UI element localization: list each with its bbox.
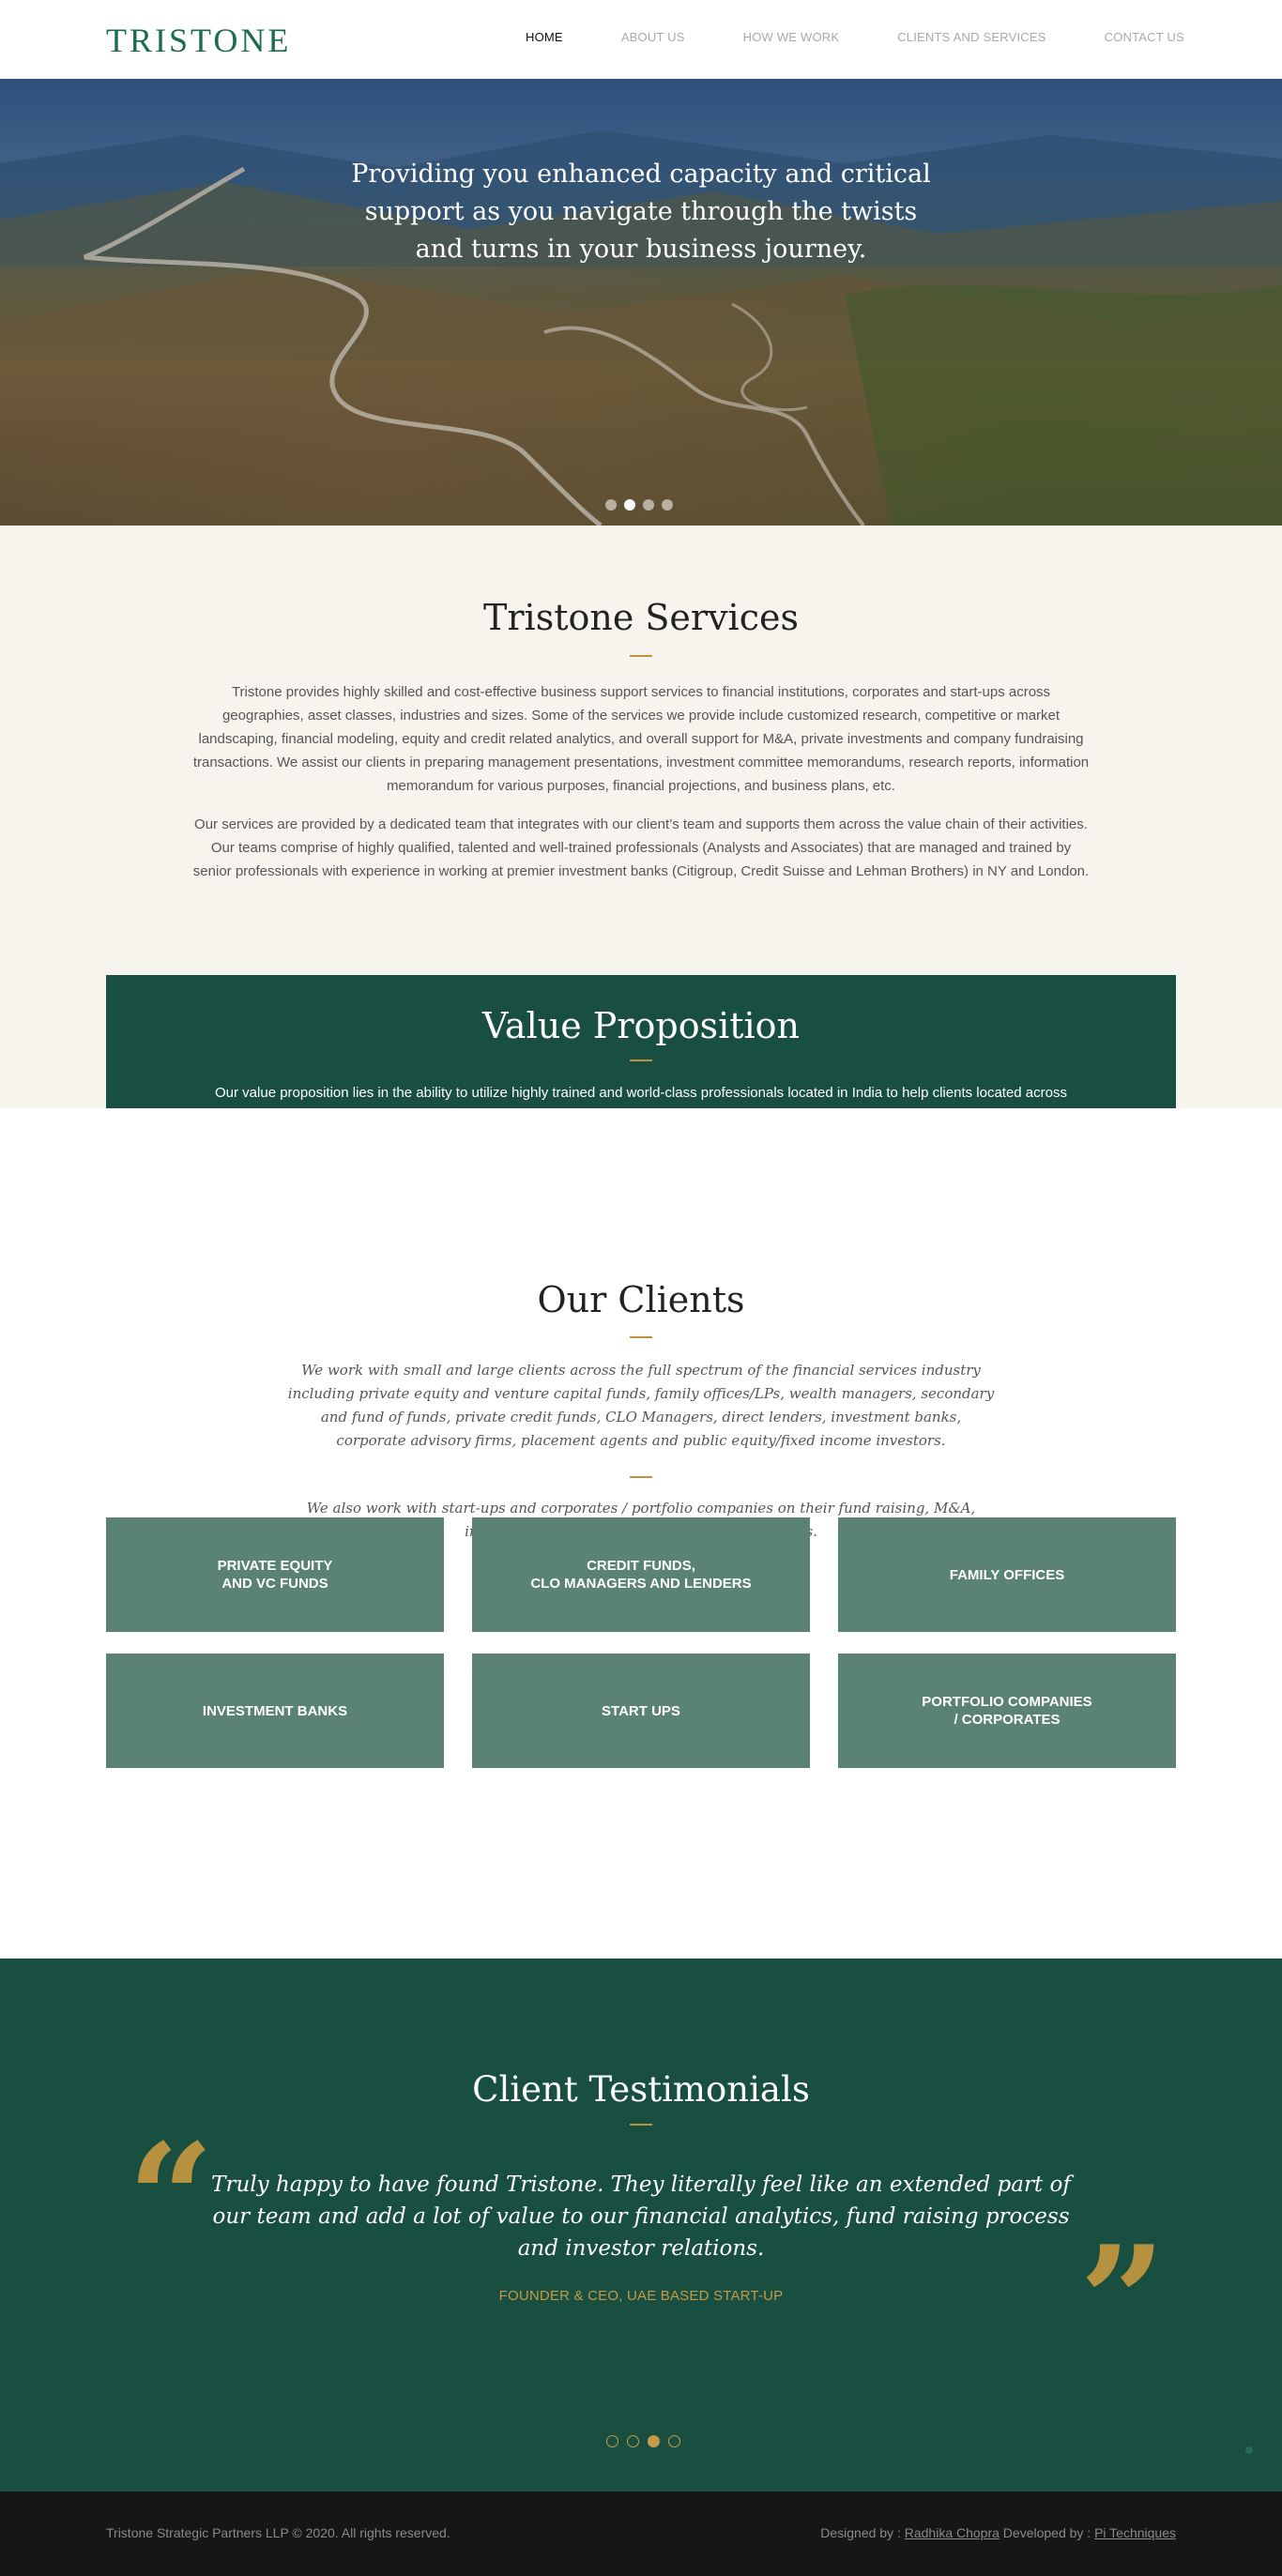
scroll-to-top-icon[interactable] bbox=[1245, 2446, 1253, 2454]
nav-how-we-work[interactable]: HOW WE WORK bbox=[743, 30, 840, 44]
clients-section: Our Clients We work with small and large… bbox=[0, 1108, 1282, 1959]
designed-by-label: Designed by : bbox=[820, 2525, 905, 2540]
tile-label: PORTFOLIO COMPANIES bbox=[922, 1694, 1092, 1710]
logo[interactable]: TRISTONE bbox=[106, 21, 291, 60]
main-nav: HOME ABOUT US HOW WE WORK CLIENTS AND SE… bbox=[526, 30, 1243, 44]
site-header: TRISTONE HOME ABOUT US HOW WE WORK CLIEN… bbox=[0, 0, 1282, 79]
testimonial-quote: Truly happy to have found Tristone. They… bbox=[211, 2172, 1071, 2261]
tile-label: FAMILY OFFICES bbox=[949, 1566, 1065, 1583]
mountain-road-image bbox=[0, 130, 1282, 526]
paragraph-divider bbox=[630, 1476, 652, 1478]
hero-tagline-line: Providing you enhanced capacity and crit… bbox=[351, 160, 931, 189]
services-paragraph: Tristone provides highly skilled and cos… bbox=[192, 684, 1090, 794]
carousel-dot[interactable] bbox=[605, 499, 617, 511]
tile-label: / CORPORATES bbox=[954, 1712, 1061, 1728]
carousel-dot[interactable] bbox=[606, 2435, 618, 2447]
carousel-dot-active[interactable] bbox=[648, 2435, 660, 2447]
credits: Designed by : Radhika Chopra Developed b… bbox=[820, 2525, 1176, 2540]
developer-link[interactable]: Pi Techniques bbox=[1094, 2525, 1176, 2540]
clients-title: Our Clients bbox=[537, 1279, 745, 1320]
hero-tagline: Providing you enhanced capacity and crit… bbox=[0, 156, 1282, 268]
designer-link[interactable]: Radhika Chopra bbox=[905, 2525, 1000, 2540]
tile-label: CLO MANAGERS AND LENDERS bbox=[530, 1576, 752, 1592]
close-quote-icon: ” bbox=[1079, 2213, 1167, 2389]
title-divider bbox=[630, 1336, 652, 1338]
carousel-dot-active[interactable] bbox=[624, 499, 635, 511]
value-proposition-title: Value Proposition bbox=[481, 1005, 801, 1046]
nav-clients-and-services[interactable]: CLIENTS AND SERVICES bbox=[897, 30, 1045, 44]
client-tile-investment-banks[interactable]: INVESTMENT BANKS bbox=[106, 1654, 444, 1768]
testimonials-title: Client Testimonials bbox=[472, 2069, 810, 2110]
developed-by-label: Developed by : bbox=[999, 2525, 1095, 2540]
tile-label: PRIVATE EQUITY bbox=[217, 1558, 333, 1574]
carousel-dot[interactable] bbox=[662, 499, 673, 511]
carousel-dot[interactable] bbox=[627, 2435, 639, 2447]
title-divider bbox=[630, 2124, 652, 2126]
testimonials-section: Client Testimonials “ ” Truly happy to h… bbox=[0, 1959, 1282, 2492]
client-tile-private-equity[interactable]: PRIVATE EQUITY AND VC FUNDS bbox=[106, 1517, 444, 1632]
tile-label: AND VC FUNDS bbox=[221, 1576, 328, 1592]
title-divider bbox=[630, 655, 652, 657]
hero-tagline-line: support as you navigate through the twis… bbox=[364, 197, 918, 226]
copyright-text: Tristone Strategic Partners LLP © 2020. … bbox=[106, 2525, 450, 2540]
nav-about-us[interactable]: ABOUT US bbox=[621, 30, 685, 44]
hero-carousel-dots bbox=[605, 499, 673, 511]
carousel-dot[interactable] bbox=[643, 499, 654, 511]
nav-contact-us[interactable]: CONTACT US bbox=[1105, 30, 1184, 44]
tile-label: START UPS bbox=[602, 1702, 680, 1719]
hero-tagline-line: and turns in your business journey. bbox=[415, 235, 867, 264]
title-divider bbox=[630, 1059, 652, 1061]
client-type-grid: PRIVATE EQUITY AND VC FUNDS CREDIT FUNDS,… bbox=[106, 1517, 1176, 1768]
testimonial-carousel-dots bbox=[606, 2435, 680, 2447]
open-quote-icon: “ bbox=[128, 2111, 215, 2287]
nav-home[interactable]: HOME bbox=[526, 30, 563, 44]
clients-paragraph: We work with small and large clients acr… bbox=[287, 1362, 995, 1449]
client-tile-family-offices[interactable]: FAMILY OFFICES bbox=[838, 1517, 1176, 1632]
client-tile-start-ups[interactable]: START UPS bbox=[472, 1654, 810, 1768]
services-paragraph: Our services are provided by a dedicated… bbox=[192, 816, 1090, 879]
tile-label: CREDIT FUNDS, bbox=[587, 1558, 695, 1574]
hero-banner: Providing you enhanced capacity and crit… bbox=[0, 79, 1282, 526]
client-tile-portfolio-companies[interactable]: PORTFOLIO COMPANIES / CORPORATES bbox=[838, 1654, 1176, 1768]
services-title: Tristone Services bbox=[483, 597, 799, 638]
tile-label: INVESTMENT BANKS bbox=[202, 1702, 348, 1719]
client-tile-credit-funds[interactable]: CREDIT FUNDS, CLO MANAGERS AND LENDERS bbox=[472, 1517, 810, 1632]
carousel-dot[interactable] bbox=[668, 2435, 680, 2447]
